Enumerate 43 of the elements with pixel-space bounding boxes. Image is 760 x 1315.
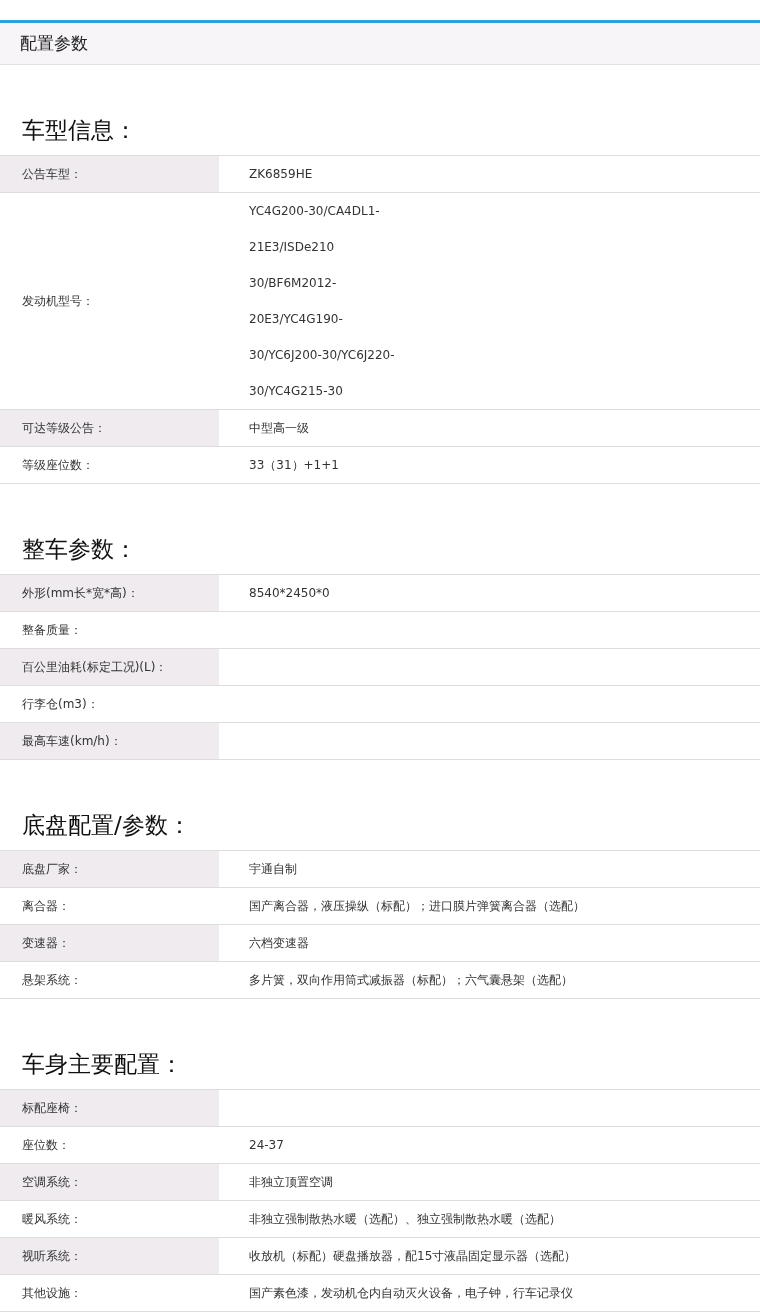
spec-value: 21E3/ISDe210 bbox=[249, 239, 336, 256]
spec-label: 整备质量： bbox=[21, 621, 83, 639]
section-title: 车型信息： bbox=[21, 116, 138, 145]
spec-label: 其他设施： bbox=[21, 1284, 83, 1302]
spec-value: ZK6859HE bbox=[249, 166, 314, 183]
spec-value: YC4G200-30/CA4DL1- bbox=[249, 203, 381, 220]
spec-value: 24-37 bbox=[249, 1137, 285, 1154]
spec-value: 非独立强制散热水暖（选配）、独立强制散热水暖（选配） bbox=[249, 1211, 562, 1228]
spec-value: 收放机（标配）硬盘播放器，配15寸液晶固定显示器（选配） bbox=[249, 1248, 578, 1265]
spec-label: 变速器： bbox=[0, 925, 219, 961]
spec-label: 暖风系统： bbox=[21, 1210, 83, 1228]
spec-label: 百公里油耗(标定工况)(L)： bbox=[0, 649, 219, 685]
spec-label: 视听系统： bbox=[0, 1238, 219, 1274]
spec-label: 等级座位数： bbox=[21, 456, 95, 474]
spec-value: 20E3/YC4G190- bbox=[249, 311, 344, 328]
spec-label: 外形(mm长*宽*高)： bbox=[0, 575, 219, 611]
spec-value: 8540*2450*0 bbox=[249, 585, 331, 602]
spec-label: 行李仓(m3)： bbox=[21, 695, 100, 713]
spec-value: 多片簧，双向作用筒式减振器（标配）；六气囊悬架（选配） bbox=[249, 972, 574, 989]
spec-value: 非独立顶置空调 bbox=[249, 1174, 334, 1191]
spec-label: 可达等级公告： bbox=[0, 410, 219, 446]
spec-label: 底盘厂家： bbox=[0, 851, 219, 887]
page-title: 配置参数 bbox=[20, 32, 88, 55]
spec-value: 六档变速器 bbox=[249, 935, 310, 952]
spec-value: 国产离合器，液压操纵（标配）；进口膜片弹簧离合器（选配） bbox=[249, 898, 586, 915]
spec-value: 30/YC6J200-30/YC6J220- bbox=[249, 347, 396, 364]
spec-label: 悬架系统： bbox=[21, 971, 83, 989]
spec-label: 公告车型： bbox=[0, 156, 219, 192]
section-title: 底盘配置/参数： bbox=[21, 811, 192, 840]
spec-value: 宇通自制 bbox=[249, 861, 298, 878]
spec-label: 空调系统： bbox=[0, 1164, 219, 1200]
section-title: 整车参数： bbox=[21, 535, 138, 564]
spec-value: 30/YC4G215-30 bbox=[249, 383, 344, 400]
spec-label: 标配座椅： bbox=[0, 1090, 219, 1126]
section-title: 车身主要配置： bbox=[21, 1050, 184, 1079]
spec-value: 国产素色漆，发动机仓内自动灭火设备，电子钟，行车记录仪 bbox=[249, 1285, 574, 1302]
spec-label: 离合器： bbox=[21, 897, 71, 915]
spec-label: 发动机型号： bbox=[21, 292, 95, 310]
spec-value: 30/BF6M2012- bbox=[249, 275, 338, 292]
spec-label: 座位数： bbox=[21, 1136, 71, 1154]
spec-value: 33（31）+1+1 bbox=[249, 457, 340, 474]
spec-value: 中型高一级 bbox=[249, 420, 310, 437]
spec-label: 最高车速(km/h)： bbox=[0, 723, 219, 759]
